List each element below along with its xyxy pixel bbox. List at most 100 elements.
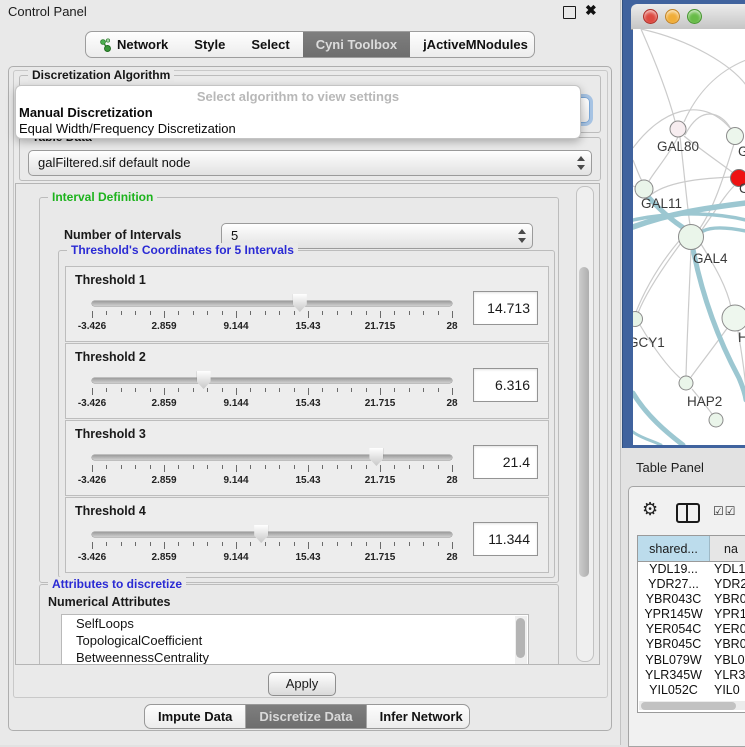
dropdown-option-manual[interactable]: Manual Discretization bbox=[19, 105, 153, 120]
network-canvas[interactable]: GAL80GACGAL11GAL4GCY1HHAP2 bbox=[633, 29, 745, 445]
network-node[interactable] bbox=[679, 376, 693, 390]
slider-thumb[interactable] bbox=[369, 448, 383, 466]
close-traffic-light-icon[interactable] bbox=[643, 9, 658, 24]
network-node-label: HAP2 bbox=[687, 394, 722, 409]
slider-track[interactable] bbox=[92, 378, 452, 383]
slider-tick bbox=[135, 465, 136, 469]
threshold-slider[interactable]: -3.4262.8599.14415.4321.71528 bbox=[92, 293, 452, 339]
threshold-slider[interactable]: -3.4262.8599.14415.4321.71528 bbox=[92, 447, 452, 493]
tab-network[interactable]: Network bbox=[86, 32, 181, 57]
slider-tick bbox=[351, 311, 352, 315]
network-node[interactable] bbox=[709, 413, 723, 427]
attribute-list-item[interactable]: TopologicalCoefficient bbox=[62, 632, 528, 649]
network-window-titlebar[interactable] bbox=[631, 4, 745, 30]
gear-icon[interactable]: ⚙ bbox=[642, 499, 658, 520]
algorithm-dropdown-popup: Select algorithm to view settings Manual… bbox=[15, 85, 581, 139]
dropdown-option-equal-width[interactable]: Equal Width/Frequency Discretization bbox=[19, 121, 236, 136]
attribute-list-item[interactable]: BetweennessCentrality bbox=[62, 649, 528, 665]
slider-tick bbox=[193, 311, 194, 315]
slider-tick bbox=[452, 465, 453, 472]
threshold-row: Threshold 4-3.4262.8599.14415.4321.71528… bbox=[65, 497, 549, 573]
table-header-row: shared... na bbox=[638, 536, 745, 562]
network-node[interactable] bbox=[727, 128, 744, 145]
settings-scrollbar[interactable] bbox=[576, 186, 594, 662]
column-header-shared-name[interactable]: shared... bbox=[638, 536, 710, 561]
slider-tick bbox=[222, 542, 223, 546]
cell-shared-name: YER054C bbox=[638, 622, 709, 637]
threshold-value-field[interactable]: 21.4 bbox=[473, 445, 538, 479]
threshold-slider[interactable]: -3.4262.8599.14415.4321.71528 bbox=[92, 524, 452, 570]
cell-shared-name: YLR345W bbox=[638, 668, 709, 683]
threshold-value-field[interactable]: 11.344 bbox=[473, 522, 538, 556]
tab-cyni-toolbox[interactable]: Cyni Toolbox bbox=[303, 32, 410, 57]
slider-tick bbox=[178, 311, 179, 315]
select-columns-icon[interactable]: ☑☑ bbox=[713, 504, 737, 518]
float-window-icon[interactable] bbox=[563, 6, 576, 19]
slider-tick bbox=[265, 311, 266, 315]
slider-tick bbox=[92, 465, 93, 472]
tab-select[interactable]: Select bbox=[238, 32, 302, 57]
network-node[interactable] bbox=[670, 121, 686, 137]
slider-track[interactable] bbox=[92, 532, 452, 537]
network-node[interactable] bbox=[679, 225, 704, 250]
table-data-combobox[interactable]: galFiltered.sif default node bbox=[28, 150, 592, 176]
slider-tick bbox=[351, 542, 352, 546]
slider-tick bbox=[380, 311, 381, 318]
table-row[interactable]: YBR045CYBR0 bbox=[638, 637, 745, 652]
table-row[interactable]: YDR27...YDR2 bbox=[638, 577, 745, 592]
attribute-list-item[interactable]: SelfLoops bbox=[62, 615, 528, 632]
tab-jactivemnodules[interactable]: jActiveMNodules bbox=[410, 32, 535, 57]
slider-track[interactable] bbox=[92, 301, 452, 306]
table-row[interactable]: YLR345WYLR3 bbox=[638, 668, 745, 683]
scrollbar-thumb[interactable] bbox=[641, 702, 736, 710]
table-horizontal-scrollbar[interactable] bbox=[639, 701, 745, 710]
slider-tick bbox=[279, 542, 280, 546]
slider-tick bbox=[423, 388, 424, 392]
slider-tick bbox=[106, 542, 107, 546]
scrollbar-thumb[interactable] bbox=[579, 267, 589, 577]
table-row[interactable]: YBL079WYBL0 bbox=[638, 653, 745, 668]
slider-track[interactable] bbox=[92, 455, 452, 460]
minimize-traffic-light-icon[interactable] bbox=[665, 9, 680, 24]
network-node-label: GAL4 bbox=[693, 251, 728, 266]
tab-infer-network[interactable]: Infer Network bbox=[366, 705, 470, 728]
threshold-value-field[interactable]: 14.713 bbox=[473, 291, 538, 325]
column-header-name[interactable]: na bbox=[710, 536, 745, 561]
threshold-value-field[interactable]: 6.316 bbox=[473, 368, 538, 402]
tab-style[interactable]: Style bbox=[181, 32, 238, 57]
network-node[interactable] bbox=[633, 312, 643, 327]
attributes-list[interactable]: SelfLoopsTopologicalCoefficientBetweenne… bbox=[61, 614, 529, 665]
slider-thumb[interactable] bbox=[254, 525, 268, 543]
table-row[interactable]: YIL052CYIL0 bbox=[638, 683, 745, 698]
slider-thumb[interactable] bbox=[197, 371, 211, 389]
combobox-value: galFiltered.sif default node bbox=[38, 155, 190, 170]
slider-tick-label: 28 bbox=[446, 552, 457, 563]
tab-discretize-data[interactable]: Discretize Data bbox=[245, 705, 365, 728]
table-row[interactable]: YDL19...YDL1 bbox=[638, 562, 745, 577]
slider-tick bbox=[106, 465, 107, 469]
threshold-slider[interactable]: -3.4262.8599.14415.4321.71528 bbox=[92, 370, 452, 416]
slider-tick bbox=[236, 311, 237, 318]
slider-tick bbox=[178, 388, 179, 392]
table-row[interactable]: YPR145WYPR1 bbox=[638, 607, 745, 622]
slider-tick bbox=[322, 388, 323, 392]
slider-tick bbox=[121, 542, 122, 546]
table-row[interactable]: YER054CYER0 bbox=[638, 622, 745, 637]
numerical-attributes-label: Numerical Attributes bbox=[48, 595, 170, 609]
list-scrollbar[interactable] bbox=[515, 616, 527, 665]
slider-tick bbox=[322, 542, 323, 546]
slider-tick bbox=[164, 465, 165, 472]
tab-label: Style bbox=[194, 37, 225, 52]
zoom-traffic-light-icon[interactable] bbox=[687, 9, 702, 24]
apply-button[interactable]: Apply bbox=[268, 672, 336, 696]
slider-tick-label: 15.43 bbox=[295, 321, 320, 332]
column-layout-icon[interactable] bbox=[676, 503, 700, 523]
close-icon[interactable]: ✖ bbox=[585, 2, 597, 19]
slider-thumb[interactable] bbox=[293, 294, 307, 312]
network-node[interactable] bbox=[722, 305, 745, 331]
slider-tick-label: -3.426 bbox=[78, 475, 106, 486]
slider-tick bbox=[394, 388, 395, 392]
table-row[interactable]: YBR043CYBR0 bbox=[638, 592, 745, 607]
tab-impute-data[interactable]: Impute Data bbox=[145, 705, 245, 728]
network-node-label: GAL80 bbox=[657, 139, 699, 154]
